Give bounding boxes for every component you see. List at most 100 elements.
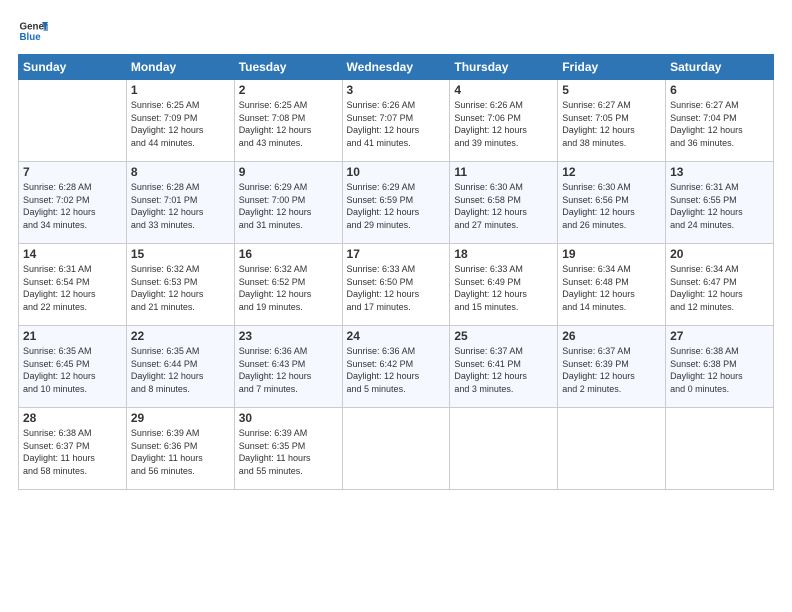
calendar-week-row: 28 Sunrise: 6:38 AM Sunset: 6:37 PM Dayli… [19,408,774,490]
day-info: Sunrise: 6:34 AM Sunset: 6:47 PM Dayligh… [670,263,769,313]
day-number: 30 [239,411,338,425]
day-number: 19 [562,247,661,261]
day-number: 15 [131,247,230,261]
weekday-header-sunday: Sunday [19,55,127,80]
day-info: Sunrise: 6:35 AM Sunset: 6:44 PM Dayligh… [131,345,230,395]
day-number: 16 [239,247,338,261]
svg-text:Blue: Blue [20,32,42,43]
day-number: 1 [131,83,230,97]
calendar-cell [342,408,450,490]
day-info: Sunrise: 6:39 AM Sunset: 6:35 PM Dayligh… [239,427,338,477]
day-info: Sunrise: 6:36 AM Sunset: 6:42 PM Dayligh… [347,345,446,395]
calendar-cell [558,408,666,490]
calendar-cell: 30 Sunrise: 6:39 AM Sunset: 6:35 PM Dayli… [234,408,342,490]
day-number: 7 [23,165,122,179]
weekday-header-thursday: Thursday [450,55,558,80]
calendar-cell: 8Sunrise: 6:28 AM Sunset: 7:01 PM Daylig… [126,162,234,244]
calendar-cell: 7 Sunrise: 6:28 AM Sunset: 7:02 PM Daylig… [19,162,127,244]
calendar-cell: 21 Sunrise: 6:35 AM Sunset: 6:45 PM Dayli… [19,326,127,408]
day-number: 14 [23,247,122,261]
calendar-cell: 12Sunrise: 6:30 AM Sunset: 6:56 PM Dayli… [558,162,666,244]
logo-icon: General Blue [18,16,48,46]
calendar-cell: 5 Sunrise: 6:27 AM Sunset: 7:05 PM Daylig… [558,80,666,162]
calendar-week-row: 1 Sunrise: 6:25 AM Sunset: 7:09 PM Daylig… [19,80,774,162]
calendar-week-row: 7 Sunrise: 6:28 AM Sunset: 7:02 PM Daylig… [19,162,774,244]
day-number: 23 [239,329,338,343]
calendar-cell: 9 Sunrise: 6:29 AM Sunset: 7:00 PM Daylig… [234,162,342,244]
day-info: Sunrise: 6:26 AM Sunset: 7:07 PM Dayligh… [347,99,446,149]
calendar-cell [666,408,774,490]
calendar-cell: 10 Sunrise: 6:29 AM Sunset: 6:59 PM Dayli… [342,162,450,244]
day-info: Sunrise: 6:37 AM Sunset: 6:39 PM Dayligh… [562,345,661,395]
calendar-cell: 1 Sunrise: 6:25 AM Sunset: 7:09 PM Daylig… [126,80,234,162]
calendar-cell: 27Sunrise: 6:38 AM Sunset: 6:38 PM Dayli… [666,326,774,408]
weekday-header-tuesday: Tuesday [234,55,342,80]
day-info: Sunrise: 6:27 AM Sunset: 7:04 PM Dayligh… [670,99,769,149]
day-number: 26 [562,329,661,343]
day-info: Sunrise: 6:39 AM Sunset: 6:36 PM Dayligh… [131,427,230,477]
calendar-week-row: 14 Sunrise: 6:31 AM Sunset: 6:54 PM Dayli… [19,244,774,326]
day-info: Sunrise: 6:36 AM Sunset: 6:43 PM Dayligh… [239,345,338,395]
day-number: 4 [454,83,553,97]
calendar-cell: 14 Sunrise: 6:31 AM Sunset: 6:54 PM Dayli… [19,244,127,326]
day-number: 2 [239,83,338,97]
day-number: 17 [347,247,446,261]
day-number: 27 [670,329,769,343]
weekday-header-row: SundayMondayTuesdayWednesdayThursdayFrid… [19,55,774,80]
day-info: Sunrise: 6:33 AM Sunset: 6:50 PM Dayligh… [347,263,446,313]
day-number: 21 [23,329,122,343]
calendar-cell: 23 Sunrise: 6:36 AM Sunset: 6:43 PM Dayli… [234,326,342,408]
calendar-cell [19,80,127,162]
calendar-cell: 16 Sunrise: 6:32 AM Sunset: 6:52 PM Dayli… [234,244,342,326]
weekday-header-monday: Monday [126,55,234,80]
day-info: Sunrise: 6:25 AM Sunset: 7:08 PM Dayligh… [239,99,338,149]
calendar-cell: 18 Sunrise: 6:33 AM Sunset: 6:49 PM Dayli… [450,244,558,326]
day-info: Sunrise: 6:26 AM Sunset: 7:06 PM Dayligh… [454,99,553,149]
day-info: Sunrise: 6:32 AM Sunset: 6:52 PM Dayligh… [239,263,338,313]
calendar-cell: 19 Sunrise: 6:34 AM Sunset: 6:48 PM Dayli… [558,244,666,326]
day-info: Sunrise: 6:34 AM Sunset: 6:48 PM Dayligh… [562,263,661,313]
day-info: Sunrise: 6:25 AM Sunset: 7:09 PM Dayligh… [131,99,230,149]
day-number: 9 [239,165,338,179]
calendar-cell: 24 Sunrise: 6:36 AM Sunset: 6:42 PM Dayli… [342,326,450,408]
day-info: Sunrise: 6:30 AM Sunset: 6:56 PM Dayligh… [562,181,661,231]
day-info: Sunrise: 6:37 AM Sunset: 6:41 PM Dayligh… [454,345,553,395]
weekday-header-wednesday: Wednesday [342,55,450,80]
day-number: 18 [454,247,553,261]
day-info: Sunrise: 6:33 AM Sunset: 6:49 PM Dayligh… [454,263,553,313]
weekday-header-saturday: Saturday [666,55,774,80]
day-number: 13 [670,165,769,179]
day-number: 5 [562,83,661,97]
calendar-cell: 11 Sunrise: 6:30 AM Sunset: 6:58 PM Dayli… [450,162,558,244]
calendar-cell [450,408,558,490]
day-info: Sunrise: 6:28 AM Sunset: 7:02 PM Dayligh… [23,181,122,231]
day-number: 11 [454,165,553,179]
calendar-cell: 17 Sunrise: 6:33 AM Sunset: 6:50 PM Dayli… [342,244,450,326]
day-info: Sunrise: 6:29 AM Sunset: 6:59 PM Dayligh… [347,181,446,231]
day-number: 10 [347,165,446,179]
calendar-cell: 26 Sunrise: 6:37 AM Sunset: 6:39 PM Dayli… [558,326,666,408]
calendar-cell: 15Sunrise: 6:32 AM Sunset: 6:53 PM Dayli… [126,244,234,326]
day-info: Sunrise: 6:31 AM Sunset: 6:54 PM Dayligh… [23,263,122,313]
calendar-cell: 28 Sunrise: 6:38 AM Sunset: 6:37 PM Dayli… [19,408,127,490]
day-number: 25 [454,329,553,343]
day-number: 24 [347,329,446,343]
calendar-cell: 4 Sunrise: 6:26 AM Sunset: 7:06 PM Daylig… [450,80,558,162]
day-number: 22 [131,329,230,343]
day-number: 28 [23,411,122,425]
day-info: Sunrise: 6:27 AM Sunset: 7:05 PM Dayligh… [562,99,661,149]
day-number: 29 [131,411,230,425]
day-info: Sunrise: 6:35 AM Sunset: 6:45 PM Dayligh… [23,345,122,395]
day-info: Sunrise: 6:30 AM Sunset: 6:58 PM Dayligh… [454,181,553,231]
calendar-cell: 29 Sunrise: 6:39 AM Sunset: 6:36 PM Dayli… [126,408,234,490]
calendar-cell: 2 Sunrise: 6:25 AM Sunset: 7:08 PM Daylig… [234,80,342,162]
calendar-cell: 6 Sunrise: 6:27 AM Sunset: 7:04 PM Daylig… [666,80,774,162]
calendar-cell: 13Sunrise: 6:31 AM Sunset: 6:55 PM Dayli… [666,162,774,244]
logo: General Blue [18,16,54,46]
calendar-cell: 22 Sunrise: 6:35 AM Sunset: 6:44 PM Dayli… [126,326,234,408]
day-info: Sunrise: 6:29 AM Sunset: 7:00 PM Dayligh… [239,181,338,231]
day-info: Sunrise: 6:38 AM Sunset: 6:37 PM Dayligh… [23,427,122,477]
calendar-week-row: 21 Sunrise: 6:35 AM Sunset: 6:45 PM Dayli… [19,326,774,408]
day-number: 6 [670,83,769,97]
day-info: Sunrise: 6:28 AM Sunset: 7:01 PM Dayligh… [131,181,230,231]
